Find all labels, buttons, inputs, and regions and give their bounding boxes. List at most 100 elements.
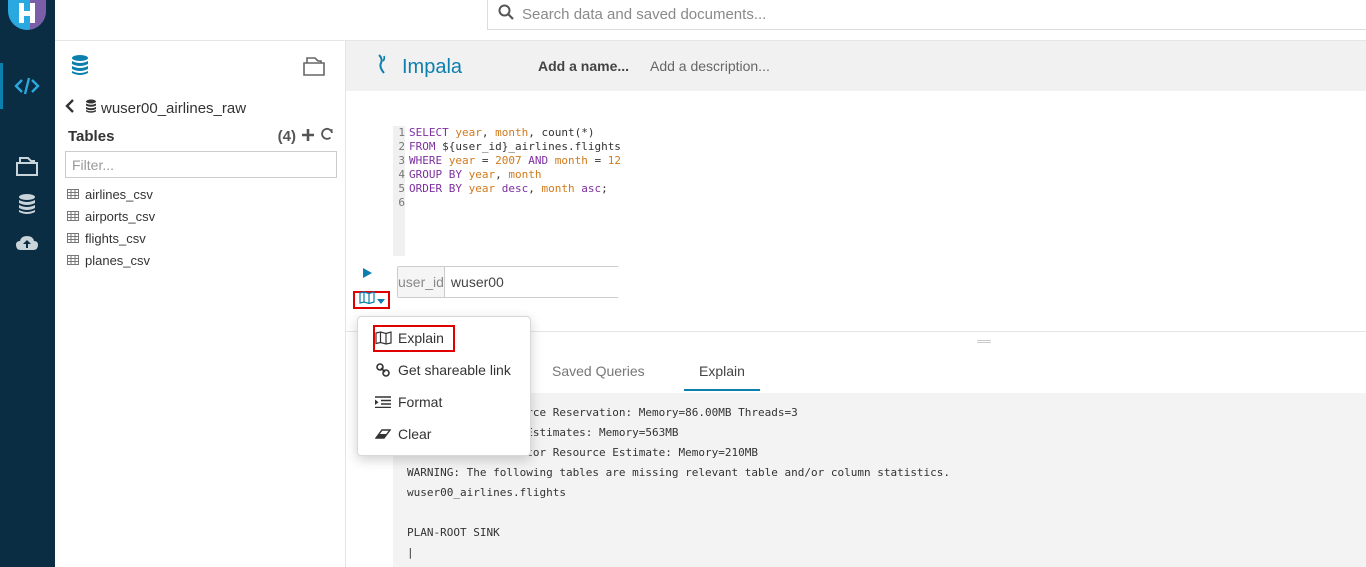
play-icon <box>362 266 373 283</box>
query-name[interactable]: Add a name... <box>538 58 629 74</box>
left-nav-rail <box>0 0 55 567</box>
query-description[interactable]: Add a description... <box>650 58 770 74</box>
search-input[interactable] <box>522 6 1322 23</box>
tables-header: Tables (4) <box>68 127 334 145</box>
parameter-value-input[interactable] <box>444 267 632 297</box>
code-token: , <box>495 168 509 181</box>
menu-item-clear[interactable]: Clear <box>374 422 431 446</box>
tables-title: Tables <box>68 127 115 145</box>
table-name: airports_csv <box>85 208 156 224</box>
table-name: airlines_csv <box>85 186 153 202</box>
menu-item-format[interactable]: Format <box>374 390 442 414</box>
line-number: 5 <box>398 182 405 195</box>
small-database-icon <box>85 99 97 117</box>
caret-down-icon <box>376 291 385 309</box>
code-line[interactable]: 4 GROUP BY year, month <box>393 168 541 182</box>
link-icon <box>374 363 392 377</box>
tables-list: airlines_csv airports_csv flights_csv pl… <box>67 183 155 271</box>
code-icon[interactable] <box>14 74 40 98</box>
eraser-icon <box>374 428 392 440</box>
code-token: month <box>508 168 542 181</box>
table-name: flights_csv <box>85 230 146 246</box>
global-search[interactable] <box>487 0 1366 30</box>
plus-icon[interactable] <box>302 128 314 145</box>
map-icon <box>358 291 375 309</box>
code-token: ORDER BY <box>409 182 469 195</box>
menu-item-label: Get shareable link <box>398 362 511 378</box>
code-token: month <box>541 182 575 195</box>
code-token: , <box>528 182 542 195</box>
assist-documents-icon[interactable] <box>302 55 326 82</box>
menu-item-label: Format <box>398 394 443 410</box>
code-token: ${user_id}_airlines.flights <box>442 140 621 153</box>
drag-handle[interactable] <box>977 340 991 343</box>
code-token: ; <box>601 182 608 195</box>
list-item[interactable]: planes_csv <box>67 249 155 271</box>
code-token: = <box>475 154 496 167</box>
output-line: WARNING: The following tables are missin… <box>407 466 951 479</box>
output-line: wuser00_airlines.flights <box>407 486 566 499</box>
impala-icon <box>376 53 388 81</box>
output-line: Per-Host Resource Estimates: Memory=563M… <box>407 426 679 439</box>
table-icon <box>67 187 79 202</box>
line-number: 6 <box>398 196 405 209</box>
code-token: year <box>468 182 496 195</box>
assist-database-icon[interactable] <box>70 54 90 81</box>
assist-panel: wuser00_airlines_raw Tables (4) airlines… <box>55 41 346 567</box>
line-number: 1 <box>398 126 405 139</box>
refresh-icon[interactable] <box>320 127 334 145</box>
code-line[interactable]: 5 ORDER BY year desc, month asc; <box>393 182 608 196</box>
sql-editor[interactable]: 1 SELECT year, month, count(*) 2 FROM ${use… <box>393 126 793 256</box>
list-item[interactable]: flights_csv <box>67 227 155 249</box>
code-token: month <box>554 154 588 167</box>
code-line[interactable]: 6 <box>393 196 409 210</box>
code-line[interactable]: 2 FROM ${user_id}_airlines.flights <box>393 140 621 154</box>
run-button[interactable] <box>362 266 373 284</box>
tables-filter-input[interactable] <box>65 151 337 178</box>
code-token: month <box>495 126 529 139</box>
list-item[interactable]: airlines_csv <box>67 183 155 205</box>
code-token: AND <box>521 154 555 167</box>
menu-item-shareable-link[interactable]: Get shareable link <box>374 358 511 382</box>
indent-icon <box>374 396 392 408</box>
output-line: | <box>407 546 414 559</box>
code-token: asc <box>574 182 602 195</box>
code-token: GROUP BY <box>409 168 469 181</box>
table-name: planes_csv <box>85 252 151 268</box>
code-token: year <box>448 154 476 167</box>
code-token: 2007 <box>495 154 522 167</box>
code-line[interactable]: 1 SELECT year, month, count(*) <box>393 126 594 140</box>
hue-logo <box>8 0 46 30</box>
engine-title: Impala <box>376 53 462 81</box>
menu-item-label: Clear <box>398 426 432 442</box>
chevron-left-icon[interactable] <box>65 99 75 117</box>
documents-icon[interactable] <box>14 154 40 178</box>
code-token: 12 <box>607 154 621 167</box>
table-icon <box>67 253 79 268</box>
parameter-user-id: user_id <box>397 266 632 298</box>
database-breadcrumb[interactable]: wuser00_airlines_raw <box>65 99 246 117</box>
tables-count: (4) <box>277 127 296 145</box>
line-number: 2 <box>398 140 405 153</box>
list-item[interactable]: airports_csv <box>67 205 155 227</box>
code-line[interactable]: 3 WHERE year = 2007 AND month = 12 <box>393 154 621 168</box>
code-token: FROM <box>409 140 443 153</box>
cloud-upload-icon[interactable] <box>14 231 40 255</box>
code-token: , <box>481 126 496 139</box>
table-icon <box>67 209 79 224</box>
code-token: year <box>468 168 496 181</box>
tab-saved-queries[interactable]: Saved Queries <box>552 363 645 379</box>
tab-explain[interactable]: Explain <box>699 363 745 379</box>
database-name: wuser00_airlines_raw <box>101 99 247 117</box>
explain-highlight-box <box>373 325 455 352</box>
hue-logo-area[interactable] <box>0 0 55 41</box>
table-icon <box>67 231 79 246</box>
code-token: year <box>455 126 482 139</box>
explain-dropdown-toggle[interactable] <box>353 291 390 309</box>
code-token: , <box>528 126 542 139</box>
database-icon[interactable] <box>14 192 40 216</box>
code-token: = <box>587 154 608 167</box>
code-token: count(*) <box>541 126 595 139</box>
line-number: 3 <box>398 154 405 167</box>
